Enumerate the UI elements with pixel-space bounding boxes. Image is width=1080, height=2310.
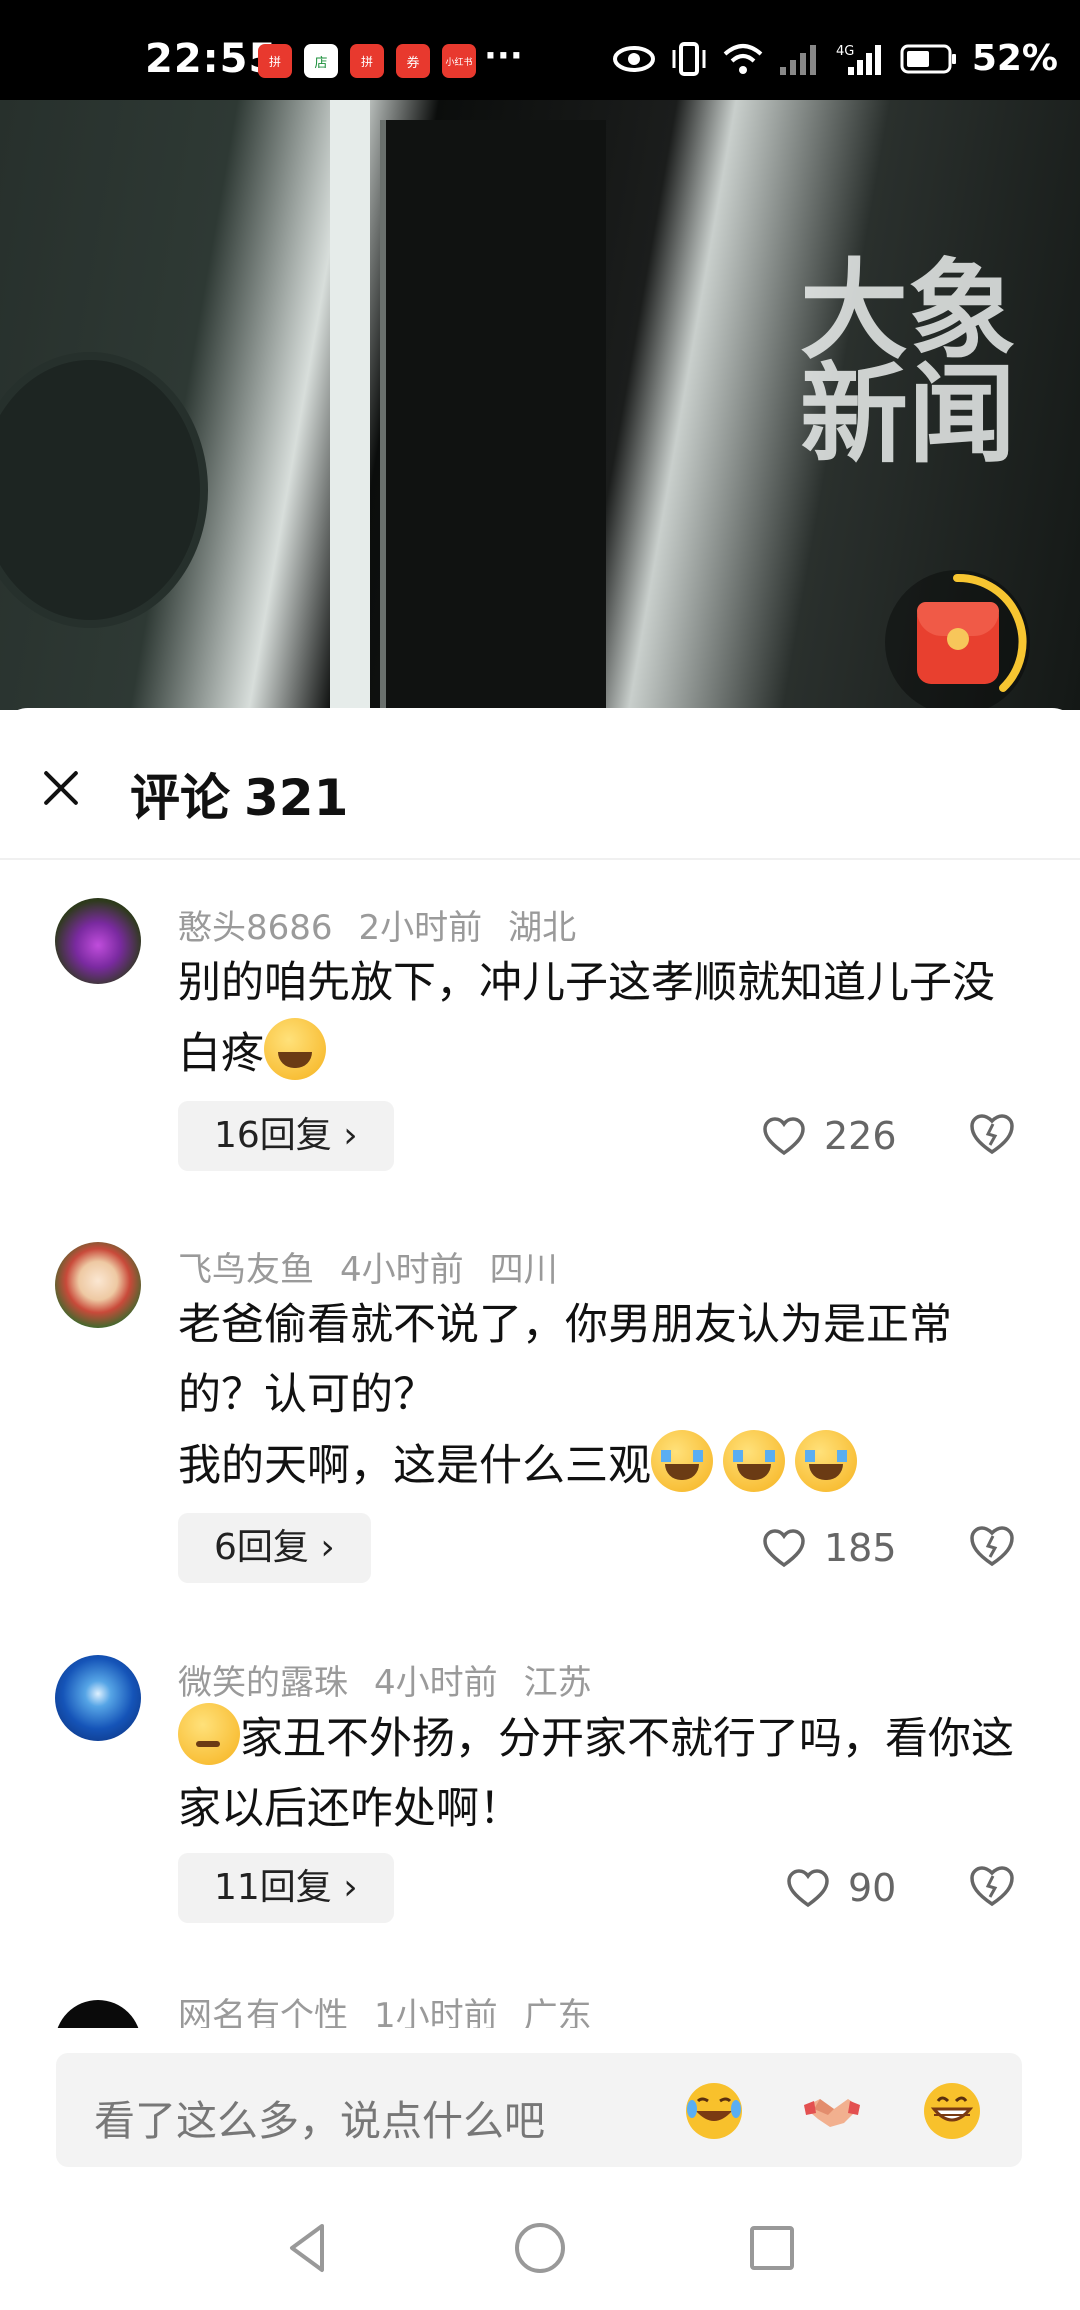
- back-nav-icon[interactable]: [278, 2218, 338, 2278]
- like-count: 226: [824, 1114, 897, 1158]
- comments-title-label: 评论: [130, 769, 230, 827]
- signal-icon: [779, 44, 816, 75]
- home-nav-icon[interactable]: [510, 2218, 570, 2278]
- view-replies-button[interactable]: 11回复 ›: [178, 1853, 394, 1923]
- comment-time: 4小时前: [374, 1663, 498, 1703]
- like-count: 185: [824, 1526, 897, 1570]
- comment-body-line2: 我的天啊，这是什么三观: [178, 1430, 1018, 1501]
- comment-time: 2小时前: [358, 908, 483, 948]
- svg-text:4G: 4G: [836, 44, 854, 59]
- heart-icon: [763, 1117, 805, 1156]
- video-player[interactable]: 大象新闻: [0, 100, 1080, 710]
- comments-header: 评论 321: [0, 708, 1080, 860]
- comment-text[interactable]: 家丑不外扬，分开家不就行了吗，看你这家以后还咋处啊！: [178, 1703, 1018, 1844]
- like-button[interactable]: 226: [762, 1114, 897, 1158]
- red-packet-button[interactable]: [885, 570, 1030, 710]
- heart-icon: [763, 1529, 805, 1568]
- comment-meta: 微笑的露珠 4小时前 江苏: [178, 1655, 618, 1704]
- more-notifications-icon: ···: [484, 36, 523, 76]
- comment-location: 广东: [523, 1996, 592, 2028]
- pinduoduo-icon: 拼: [258, 44, 292, 78]
- comment-username[interactable]: 微笑的露珠: [178, 1663, 348, 1703]
- video-watermark: 大象新闻: [800, 249, 1017, 478]
- view-replies-button[interactable]: 16回复 ›: [178, 1101, 394, 1171]
- comment-meta: 飞鸟友鱼 4小时前 四川: [178, 1242, 584, 1291]
- comment-input-placeholder: 看了这么多，说点什么吧: [94, 2097, 545, 2145]
- xiaohongshu-icon: 小红书: [442, 44, 476, 78]
- comments-title: 评论 321: [130, 758, 348, 830]
- view-replies-button[interactable]: 6回复 ›: [178, 1513, 371, 1583]
- system-indicators: 4G 52%: [612, 38, 1058, 79]
- close-icon[interactable]: [30, 758, 90, 818]
- comment-text[interactable]: 老爸偷看就不说了，你男朋友认为是正常的？认可的？ 我的天啊，这是什么三观: [178, 1290, 1018, 1501]
- comment-time: 1小时前: [374, 1996, 498, 2028]
- like-button[interactable]: 90: [786, 1866, 896, 1910]
- like-button[interactable]: 185: [762, 1526, 897, 1570]
- comment-username[interactable]: 飞鸟友鱼: [178, 1250, 314, 1290]
- comment-location: 四川: [489, 1250, 558, 1290]
- signal-4g-icon: 4G: [836, 44, 881, 75]
- coupon-icon: 券: [396, 44, 430, 78]
- comment-input[interactable]: 看了这么多，说点什么吧: [56, 2053, 1022, 2167]
- avatar[interactable]: [55, 2000, 141, 2028]
- laugh-cry-emoji-icon[interactable]: [682, 2079, 746, 2143]
- comment-username[interactable]: 憨头8686: [178, 908, 333, 948]
- avatar[interactable]: [55, 1242, 141, 1328]
- wifi-icon: [723, 43, 763, 74]
- dislike-heart-icon[interactable]: [968, 1864, 1016, 1908]
- comment-item: 网名有个性 1小时前 广东: [0, 1988, 1080, 2028]
- system-nav-bar: [0, 2190, 1080, 2310]
- battery-icon: [900, 44, 956, 73]
- comment-meta: 憨头8686 2小时前 湖北: [178, 900, 602, 949]
- battery-percent: 52%: [971, 38, 1058, 79]
- status-bar: 22:55 拼 店 拼 券 小红书 ··· 4G 52%: [0, 0, 1080, 100]
- laugh-cry-emoji-icon: [264, 1018, 326, 1080]
- video-background-object: [0, 360, 200, 620]
- replies-count: 6回复: [214, 1527, 309, 1568]
- video-background-object: [380, 120, 606, 710]
- crying-emoji-icon: [651, 1430, 713, 1492]
- comment-location: 江苏: [523, 1663, 592, 1703]
- comment-meta: 网名有个性 1小时前 广东: [178, 1988, 618, 2028]
- notification-icons: 拼 店 拼 券 小红书: [258, 44, 476, 78]
- eye-comfort-icon: [612, 45, 655, 72]
- avatar[interactable]: [55, 1655, 141, 1741]
- crying-emoji-icon: [723, 1430, 785, 1492]
- recents-nav-icon[interactable]: [742, 2218, 802, 2278]
- avatar[interactable]: [55, 898, 141, 984]
- like-count: 90: [848, 1866, 897, 1910]
- red-packet-icon: [917, 602, 999, 684]
- comment-time: 4小时前: [340, 1250, 464, 1290]
- comment-location: 湖北: [508, 908, 577, 948]
- pinduoduo-icon: 拼: [350, 44, 384, 78]
- comment-text[interactable]: 别的咱先放下，冲儿子这孝顺就知道儿子没白疼: [178, 948, 1018, 1089]
- store-icon: 店: [304, 44, 338, 78]
- dislike-heart-icon[interactable]: [968, 1524, 1016, 1568]
- crying-emoji-icon: [795, 1430, 857, 1492]
- grinning-emoji-icon[interactable]: [920, 2079, 984, 2143]
- video-background-object: [330, 100, 370, 710]
- handshake-emoji-icon[interactable]: [800, 2079, 864, 2143]
- comment-username[interactable]: 网名有个性: [178, 1996, 348, 2028]
- comment-body: 家丑不外扬，分开家不就行了吗，看你这家以后还咋处啊！: [178, 1714, 1014, 1834]
- replies-count: 11回复: [214, 1867, 332, 1908]
- replies-count: 16回复: [214, 1115, 332, 1156]
- heart-icon: [787, 1869, 829, 1908]
- comment-body: 老爸偷看就不说了，你男朋友认为是正常的？认可的？: [178, 1300, 952, 1420]
- dislike-heart-icon[interactable]: [968, 1112, 1016, 1156]
- thinking-emoji-icon: [178, 1703, 240, 1765]
- vibrate-icon: [672, 41, 706, 76]
- comments-count: 321: [244, 769, 349, 827]
